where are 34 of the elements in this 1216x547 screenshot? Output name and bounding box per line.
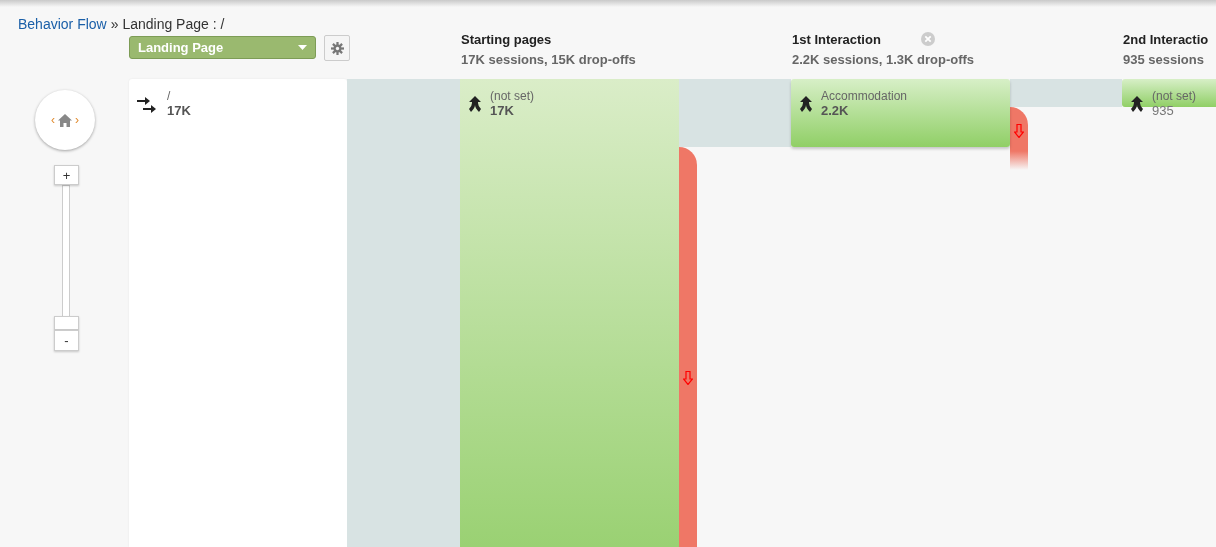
drop-off-bar — [1010, 107, 1028, 170]
double-arrow-icon — [137, 96, 157, 116]
down-arrow-icon — [1014, 124, 1024, 138]
breadcrumb-link[interactable]: Behavior Flow — [18, 16, 107, 32]
page-node[interactable] — [1122, 79, 1216, 107]
caret-icon — [298, 45, 307, 50]
down-arrow-icon — [683, 371, 693, 385]
merge-arrow-icon — [799, 96, 813, 112]
column-title: 2nd Interactio — [1123, 32, 1209, 47]
page-node[interactable]: (not set) 17K — [460, 79, 679, 547]
zoom-in-button[interactable]: + — [54, 165, 79, 185]
breadcrumb-current: » Landing Page : / — [110, 16, 225, 32]
node-value: 2.2K — [821, 103, 850, 119]
settings-icon — [330, 41, 344, 55]
column-title: 1st Interaction — [792, 32, 881, 47]
node-value: 935 — [1152, 103, 1175, 119]
column-summary: 935 sessions — [1123, 52, 1204, 67]
column-summary: 17K sessions, 15K drop-offs — [461, 52, 636, 67]
node-value: 17K — [167, 103, 191, 119]
merge-arrow-icon — [468, 96, 482, 112]
settings-button[interactable] — [324, 35, 350, 61]
zoom-slider-handle[interactable] — [54, 316, 79, 330]
node-value: 17K — [490, 103, 515, 119]
page-node[interactable]: Accommodation 2.2K — [791, 79, 1010, 147]
node-label: Accommodation — [821, 89, 908, 103]
merge-arrow-icon — [1130, 96, 1144, 112]
landing-page-node[interactable]: / 17K — [129, 79, 347, 547]
home-icon[interactable] — [58, 113, 72, 127]
column-summary: 2.2K sessions, 1.3K drop-offs — [792, 52, 975, 67]
node-label: (not set) — [490, 89, 534, 103]
node-label: (not set) — [1152, 89, 1196, 103]
node-label: / — [167, 89, 172, 103]
column-title: Starting pages — [461, 32, 552, 47]
zoom-out-button[interactable]: - — [54, 330, 79, 351]
